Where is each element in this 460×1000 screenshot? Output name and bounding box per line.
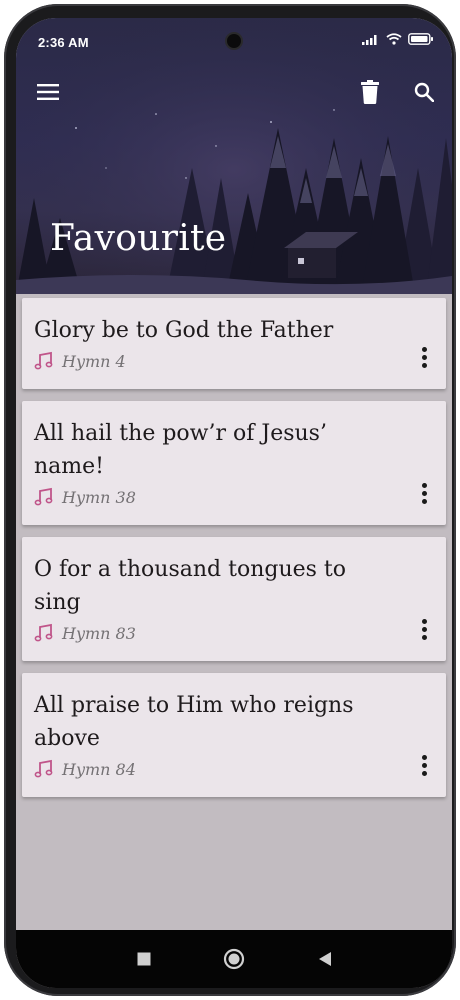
home-button[interactable] <box>219 944 249 974</box>
back-button[interactable] <box>310 944 340 974</box>
dot-icon <box>421 498 427 504</box>
screen: 2:36 AM Favourite Glory be to God the Fa… <box>16 18 452 988</box>
dot-icon <box>421 362 427 368</box>
hymn-card[interactable]: O for a thousand tongues to sing Hymn 83 <box>22 537 446 661</box>
hymn-number: Hymn 4 <box>62 351 126 371</box>
circle-icon <box>223 948 245 970</box>
music-note-icon <box>34 351 53 370</box>
music-note-icon <box>34 487 53 506</box>
dot-icon <box>421 354 427 360</box>
dot-icon <box>421 762 427 768</box>
hymn-number: Hymn 83 <box>62 623 136 643</box>
hymn-number: Hymn 84 <box>62 759 136 779</box>
hymn-meta: Hymn 38 <box>34 487 396 507</box>
hymn-title: Glory be to God the Father <box>34 318 334 343</box>
dot-icon <box>421 482 427 488</box>
hymn-meta: Hymn 83 <box>34 623 396 643</box>
more-options-button[interactable] <box>414 479 434 507</box>
hymn-number: Hymn 38 <box>62 487 136 507</box>
dot-icon <box>421 490 427 496</box>
hymn-meta: Hymn 84 <box>34 759 396 779</box>
square-icon <box>137 952 151 966</box>
more-options-button[interactable] <box>414 615 434 643</box>
wifi-icon <box>386 33 402 45</box>
front-camera <box>227 34 241 48</box>
menu-icon <box>37 84 59 100</box>
more-options-button[interactable] <box>414 751 434 779</box>
dot-icon <box>421 626 427 632</box>
signal-icon <box>362 35 377 45</box>
dot-icon <box>421 618 427 624</box>
hymn-card[interactable]: All hail the pow’r of Jesus’ name! Hymn 3… <box>22 401 446 525</box>
music-note-icon <box>34 623 53 642</box>
delete-button[interactable] <box>352 74 388 110</box>
dot-icon <box>421 634 427 640</box>
menu-button[interactable] <box>30 74 66 110</box>
status-time: 2:36 AM <box>38 35 89 50</box>
dot-icon <box>421 770 427 776</box>
trash-icon <box>361 80 379 104</box>
header-banner: 2:36 AM Favourite <box>16 18 452 294</box>
hymn-meta: Hymn 4 <box>34 351 396 371</box>
status-icons <box>362 33 434 45</box>
battery-icon <box>408 33 433 45</box>
page-title: Favourite <box>50 218 227 259</box>
search-icon <box>414 82 434 102</box>
hymn-card[interactable]: Glory be to God the Father Hymn 4 <box>22 298 446 389</box>
search-button[interactable] <box>406 74 442 110</box>
dot-icon <box>421 346 427 352</box>
triangle-icon <box>319 952 331 966</box>
favourite-list: Glory be to God the Father Hymn 4 All hail… <box>22 298 446 809</box>
system-nav-bar <box>16 930 452 988</box>
status-bar: 2:36 AM <box>16 18 452 66</box>
hymn-title: O for a thousand tongues to sing <box>34 557 347 615</box>
recent-apps-button[interactable] <box>129 944 159 974</box>
hymn-card[interactable]: All praise to Him who reigns above Hymn 8… <box>22 673 446 797</box>
phone-frame: 2:36 AM Favourite Glory be to God the Fa… <box>4 4 456 996</box>
dot-icon <box>421 754 427 760</box>
hymn-title: All hail the pow’r of Jesus’ name! <box>34 421 327 479</box>
hymn-title: All praise to Him who reigns above <box>34 693 354 751</box>
music-note-icon <box>34 759 53 778</box>
more-options-button[interactable] <box>414 343 434 371</box>
